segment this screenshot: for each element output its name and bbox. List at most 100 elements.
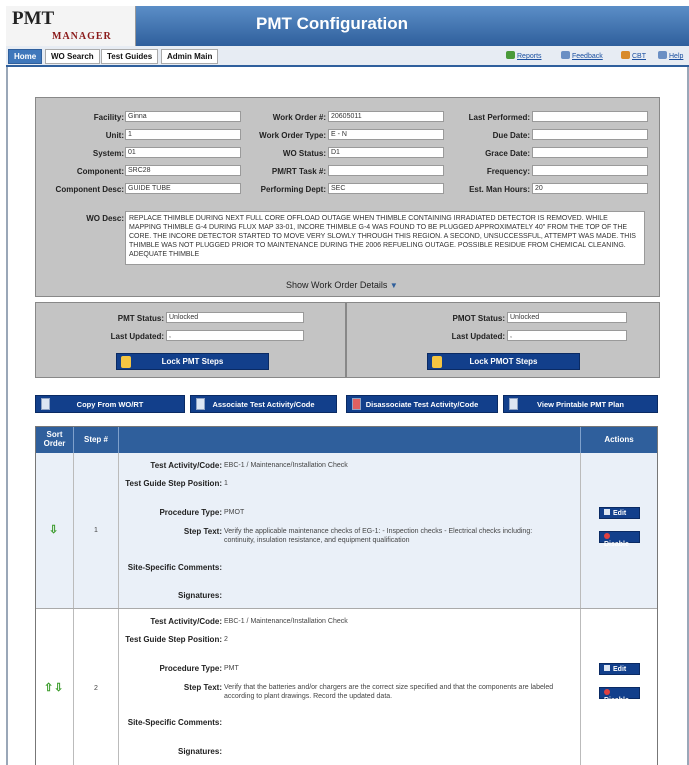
pmot-status-panel: PMOT Status: Unlocked Last Updated: , Lo…	[346, 302, 660, 378]
disassociate-activity-button[interactable]: Disassociate Test Activity/Code	[346, 395, 498, 413]
chevron-down-icon: ▼	[389, 281, 398, 290]
help-icon	[658, 51, 667, 59]
associate-activity-button[interactable]: Associate Test Activity/Code	[190, 395, 337, 413]
est-hours-label: Est. Man Hours:	[469, 185, 530, 194]
pmt-updated-label: Last Updated:	[110, 332, 164, 341]
tab-home[interactable]: Home	[8, 49, 43, 64]
lock-pmt-button[interactable]: Lock PMT Steps	[116, 353, 269, 370]
lock-pmot-button[interactable]: Lock PMOT Steps	[427, 353, 580, 370]
wo-desc-field[interactable]: REPLACE THIMBLE DURING NEXT FULL CORE OF…	[125, 211, 645, 265]
disable-icon	[604, 689, 610, 695]
step-detail-cell: Test Activity/Code: EBC-1 / Maintenance/…	[119, 609, 581, 765]
pmt-updated-value: ,	[166, 330, 304, 341]
table-row: ⇩ 1 Test Activity/Code: EBC-1 / Maintena…	[36, 453, 657, 609]
step-cell: 1	[74, 453, 119, 608]
last-performed-label: Last Performed:	[468, 113, 530, 122]
wo-desc-label: WO Desc:	[86, 214, 124, 223]
tab-admin-main[interactable]: Admin Main	[161, 49, 219, 64]
wo-number-value: 20605011	[328, 111, 444, 122]
procedure-value: PMT	[224, 665, 239, 672]
activity-value: EBC-1 / Maintenance/Installation Check	[224, 462, 348, 469]
grace-date-label: Grace Date:	[485, 149, 530, 158]
pmot-status-value: Unlocked	[507, 312, 627, 323]
step-header: Step #	[74, 427, 119, 453]
cbt-link[interactable]: CBT	[621, 51, 646, 60]
show-details-label: Show Work Order Details	[286, 280, 388, 290]
edit-button[interactable]: Edit	[599, 663, 640, 675]
procedure-label: Procedure Type:	[159, 508, 222, 517]
wo-number-label: Work Order #:	[272, 113, 326, 122]
actions-cell: Edit Disable	[581, 453, 657, 608]
guide-step-value: 1	[224, 480, 228, 487]
document-add-icon	[196, 398, 205, 410]
frame-left	[6, 67, 8, 765]
sort-cell: ⇩	[36, 453, 74, 608]
cbt-icon	[621, 51, 630, 59]
page-title: PMT Configuration	[256, 14, 409, 33]
perf-dept-label: Performing Dept:	[260, 185, 326, 194]
step-text-value: Verify the applicable maintenance checks…	[224, 528, 533, 544]
sort-cell: ⇧ ⇩	[36, 609, 74, 765]
perf-dept-value: SEC	[328, 183, 444, 194]
comments-label: Site-Specific Comments:	[127, 563, 222, 572]
component-desc-label: Component Desc:	[55, 185, 124, 194]
guide-step-label: Test Guide Step Position:	[125, 635, 222, 644]
show-details-link[interactable]: Show Work Order Details ▼	[286, 280, 398, 290]
step-text-value: Verify that the batteries and/or charger…	[224, 684, 554, 700]
frequency-label: Frequency:	[486, 167, 530, 176]
reports-link-label: Reports	[517, 53, 542, 60]
procedure-value: PMOT	[224, 509, 245, 516]
reports-icon	[506, 51, 515, 59]
feedback-icon	[561, 51, 570, 59]
wo-type-value: E - N	[328, 129, 444, 140]
activity-label: Test Activity/Code:	[150, 617, 222, 626]
component-desc-value: GUIDE TUBE	[125, 183, 241, 194]
tab-wo-search[interactable]: WO Search	[45, 49, 100, 64]
move-up-icon[interactable]: ⇧	[44, 681, 53, 694]
nav-bar: Home WO Search Test Guides Admin Main Re…	[6, 46, 689, 67]
due-date-label: Due Date:	[492, 131, 530, 140]
wo-status-label: WO Status:	[282, 149, 326, 158]
reports-link[interactable]: Reports	[506, 51, 542, 60]
pmrt-value	[328, 165, 444, 176]
edit-icon	[604, 509, 610, 515]
details-header	[119, 427, 581, 453]
help-link-label: Help	[669, 53, 684, 60]
grace-date-value	[532, 147, 648, 158]
lock-pmt-label: Lock PMT Steps	[161, 357, 224, 366]
actions-header: Actions	[604, 435, 634, 444]
guide-step-label: Test Guide Step Position:	[125, 479, 222, 488]
step-number: 1	[94, 527, 98, 534]
feedback-link-label: Feedback	[572, 53, 603, 60]
tab-test-guides[interactable]: Test Guides	[101, 49, 159, 64]
component-value: SRC28	[125, 165, 241, 176]
edit-label: Edit	[613, 666, 627, 673]
disable-button[interactable]: Disable	[599, 531, 640, 548]
move-down-icon[interactable]: ⇩	[49, 523, 58, 536]
wo-status-value: D1	[328, 147, 444, 158]
move-down-icon[interactable]: ⇩	[54, 681, 63, 694]
feedback-link[interactable]: Feedback	[561, 51, 603, 60]
component-label: Component:	[76, 167, 124, 176]
view-printable-button[interactable]: View Printable PMT Plan	[503, 395, 658, 413]
logo-sub: MANAGER	[52, 31, 112, 42]
copy-from-wo-button[interactable]: Copy From WO/RT	[35, 395, 185, 413]
unit-value: 1	[125, 129, 241, 140]
actions-cell: Edit Disable	[581, 609, 657, 765]
work-order-panel: Facility: Ginna Unit: 1 System: 01 Compo…	[35, 97, 660, 297]
unit-label: Unit:	[105, 131, 124, 140]
logo-main: PMT	[12, 8, 55, 29]
disable-label: Disable	[604, 541, 629, 548]
pmt-status-label: PMT Status:	[117, 314, 164, 323]
disable-button[interactable]: Disable	[599, 687, 640, 704]
pmt-status-panel: PMT Status: Unlocked Last Updated: , Loc…	[35, 302, 346, 378]
lock-icon	[121, 356, 131, 368]
step-detail-cell: Test Activity/Code: EBC-1 / Maintenance/…	[119, 453, 581, 608]
printer-icon	[509, 398, 518, 410]
system-label: System:	[92, 149, 124, 158]
help-link[interactable]: Help	[658, 51, 683, 60]
document-remove-icon	[352, 398, 361, 410]
pmt-status-value: Unlocked	[166, 312, 304, 323]
disable-label: Disable	[604, 697, 629, 704]
edit-button[interactable]: Edit	[599, 507, 640, 519]
